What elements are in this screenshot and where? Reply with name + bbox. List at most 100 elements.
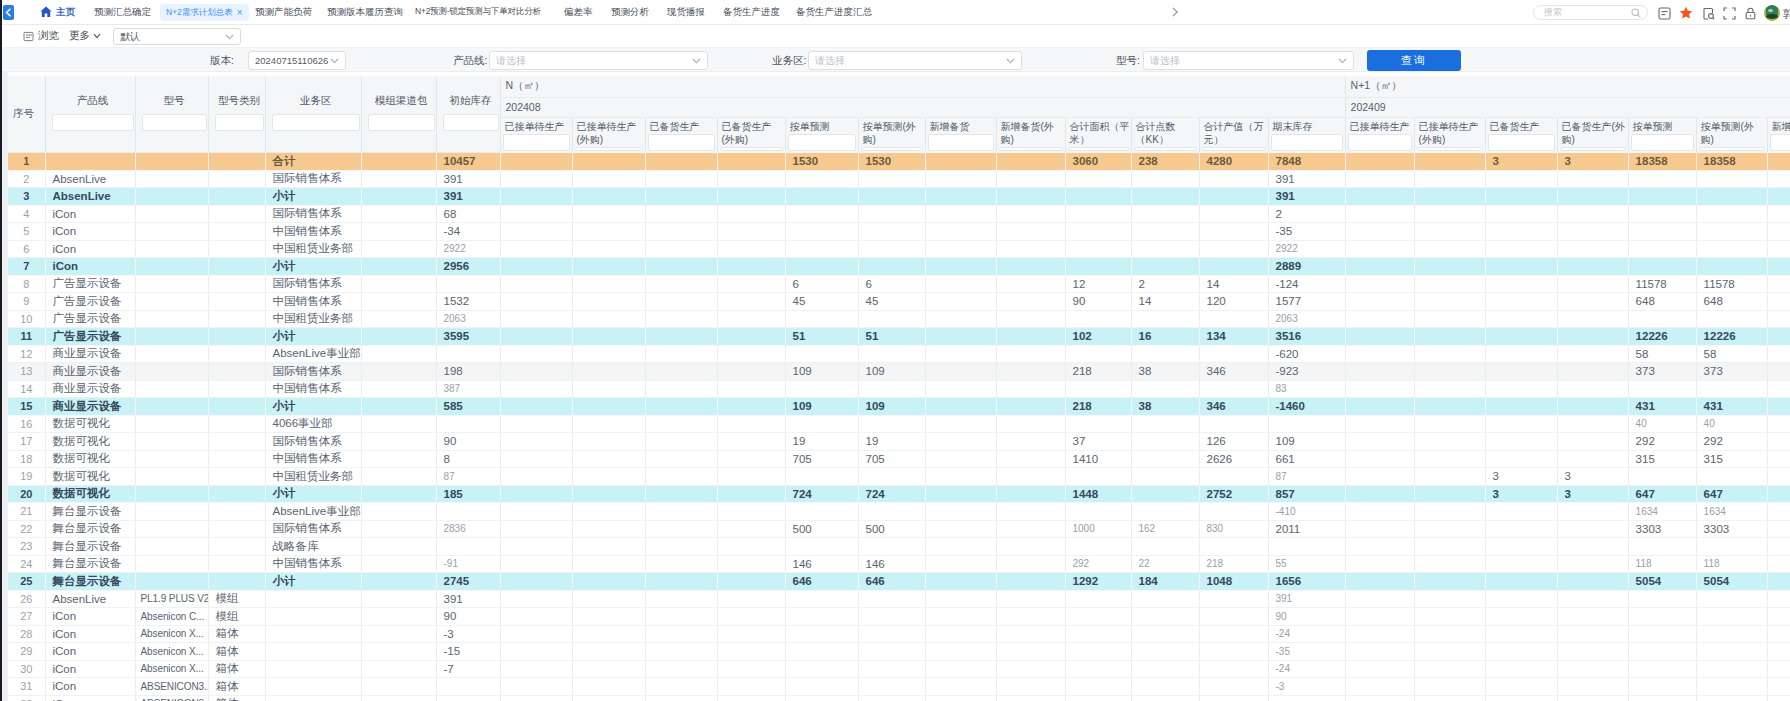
cell-fcw[interactable]: 146 bbox=[858, 555, 925, 573]
cell-nsw[interactable] bbox=[996, 625, 1065, 643]
cell-ns[interactable] bbox=[925, 643, 996, 661]
cell-spw[interactable] bbox=[717, 293, 785, 311]
cell-area[interactable] bbox=[1065, 240, 1131, 258]
cell-area[interactable] bbox=[1065, 590, 1131, 608]
cell-region[interactable]: 小计 bbox=[265, 188, 361, 206]
cell-fc[interactable] bbox=[785, 223, 858, 241]
cell-pts[interactable] bbox=[1131, 590, 1199, 608]
cell-end[interactable]: -24 bbox=[1268, 660, 1345, 678]
cell-product[interactable]: 数据可视化 bbox=[45, 468, 135, 486]
cell-n1_rw[interactable] bbox=[1345, 538, 1414, 556]
cell-region[interactable]: 小计 bbox=[265, 398, 361, 416]
cell-n1_rw[interactable] bbox=[1345, 520, 1414, 538]
cell-end[interactable]: 2889 bbox=[1268, 258, 1345, 276]
cell-product[interactable] bbox=[45, 153, 135, 171]
cell-spw[interactable] bbox=[717, 433, 785, 451]
cell-end[interactable]: 2063 bbox=[1268, 310, 1345, 328]
cell-val[interactable] bbox=[1199, 310, 1268, 328]
cell-ns[interactable] bbox=[925, 485, 996, 503]
cell-area[interactable]: 1000 bbox=[1065, 520, 1131, 538]
cell-spw[interactable] bbox=[717, 415, 785, 433]
cell-end[interactable]: -35 bbox=[1268, 643, 1345, 661]
cell-fc[interactable]: 500 bbox=[785, 520, 858, 538]
cell-n1_fc[interactable] bbox=[1628, 188, 1696, 206]
cell-n1_spw[interactable] bbox=[1557, 170, 1628, 188]
cell-ns[interactable] bbox=[925, 695, 996, 701]
cell-rw[interactable] bbox=[500, 205, 572, 223]
cell-end[interactable]: 7848 bbox=[1268, 153, 1345, 171]
cell-region[interactable] bbox=[265, 678, 361, 696]
cell-spw[interactable] bbox=[717, 398, 785, 416]
cell-pts[interactable] bbox=[1131, 468, 1199, 486]
cell-fcw[interactable] bbox=[858, 503, 925, 521]
cell-seq[interactable]: 14 bbox=[8, 380, 45, 398]
cell-product[interactable]: 广告显示设备 bbox=[45, 293, 135, 311]
cell-n1_fc[interactable]: 292 bbox=[1628, 433, 1696, 451]
cell-end[interactable]: 2 bbox=[1268, 205, 1345, 223]
cell-fc[interactable]: 146 bbox=[785, 555, 858, 573]
cell-n1_fc[interactable]: 373 bbox=[1628, 363, 1696, 381]
cell-model_type[interactable] bbox=[208, 240, 265, 258]
cell-pts[interactable] bbox=[1131, 608, 1199, 626]
cell-model_type[interactable] bbox=[208, 310, 265, 328]
cell-n1_sp[interactable] bbox=[1485, 555, 1557, 573]
cell-area[interactable] bbox=[1065, 608, 1131, 626]
cell-pts[interactable] bbox=[1131, 223, 1199, 241]
cell-rww[interactable] bbox=[572, 398, 645, 416]
cell-nsw[interactable] bbox=[996, 275, 1065, 293]
cell-seq[interactable]: 20 bbox=[8, 485, 45, 503]
cell-channel[interactable] bbox=[361, 625, 436, 643]
cell-sp[interactable] bbox=[645, 695, 717, 701]
cell-n1_sp[interactable] bbox=[1485, 275, 1557, 293]
cell-fc[interactable]: 109 bbox=[785, 398, 858, 416]
cell-init[interactable] bbox=[436, 503, 500, 521]
col-filter-input-rw[interactable] bbox=[503, 134, 570, 151]
global-search-input[interactable]: 搜索 bbox=[1533, 5, 1648, 20]
cell-sp[interactable] bbox=[645, 258, 717, 276]
favorite-button[interactable] bbox=[1679, 6, 1693, 20]
cell-ns[interactable] bbox=[925, 153, 996, 171]
cell-init[interactable]: 391 bbox=[436, 188, 500, 206]
cell-n1_fcw[interactable]: 118 bbox=[1696, 555, 1767, 573]
cell-n1_fcw[interactable]: 648 bbox=[1696, 293, 1767, 311]
cell-rww[interactable] bbox=[572, 328, 645, 346]
cell-n1_spw[interactable] bbox=[1557, 240, 1628, 258]
cell-spw[interactable] bbox=[717, 188, 785, 206]
cell-model[interactable] bbox=[135, 450, 208, 468]
cell-area[interactable]: 1410 bbox=[1065, 450, 1131, 468]
cell-pts[interactable] bbox=[1131, 450, 1199, 468]
cell-val[interactable] bbox=[1199, 538, 1268, 556]
cell-fc[interactable]: 19 bbox=[785, 433, 858, 451]
cell-n1_sp[interactable] bbox=[1485, 345, 1557, 363]
cell-rw[interactable] bbox=[500, 293, 572, 311]
cell-n1_fc[interactable] bbox=[1628, 538, 1696, 556]
cell-model[interactable] bbox=[135, 538, 208, 556]
cell-init[interactable]: -15 bbox=[436, 643, 500, 661]
cell-n1_sp[interactable] bbox=[1485, 503, 1557, 521]
cell-n1_sp[interactable] bbox=[1485, 643, 1557, 661]
cell-rw[interactable] bbox=[500, 590, 572, 608]
cell-product[interactable]: iCon bbox=[45, 678, 135, 696]
cell-fcw[interactable]: 6 bbox=[858, 275, 925, 293]
cell-n1_rww[interactable] bbox=[1414, 503, 1485, 521]
cell-fcw[interactable] bbox=[858, 380, 925, 398]
cell-n1_sp[interactable] bbox=[1485, 433, 1557, 451]
cell-pts[interactable] bbox=[1131, 345, 1199, 363]
cell-n1_ns[interactable] bbox=[1767, 240, 1790, 258]
cell-product[interactable]: 商业显示设备 bbox=[45, 363, 135, 381]
cell-pts[interactable] bbox=[1131, 538, 1199, 556]
cell-spw[interactable] bbox=[717, 310, 785, 328]
cell-nsw[interactable] bbox=[996, 555, 1065, 573]
cell-region[interactable]: 4066事业部 bbox=[265, 415, 361, 433]
cell-fcw[interactable] bbox=[858, 625, 925, 643]
cell-init[interactable] bbox=[436, 415, 500, 433]
cell-channel[interactable] bbox=[361, 240, 436, 258]
cell-model_type[interactable] bbox=[208, 170, 265, 188]
cell-model[interactable]: Absenicon X... bbox=[135, 643, 208, 661]
cell-n1_fc[interactable]: 5054 bbox=[1628, 573, 1696, 591]
cell-rw[interactable] bbox=[500, 223, 572, 241]
cell-n1_rww[interactable] bbox=[1414, 328, 1485, 346]
cell-init[interactable]: 68 bbox=[436, 205, 500, 223]
cell-product[interactable]: iCon bbox=[45, 205, 135, 223]
cell-n1_rww[interactable] bbox=[1414, 258, 1485, 276]
